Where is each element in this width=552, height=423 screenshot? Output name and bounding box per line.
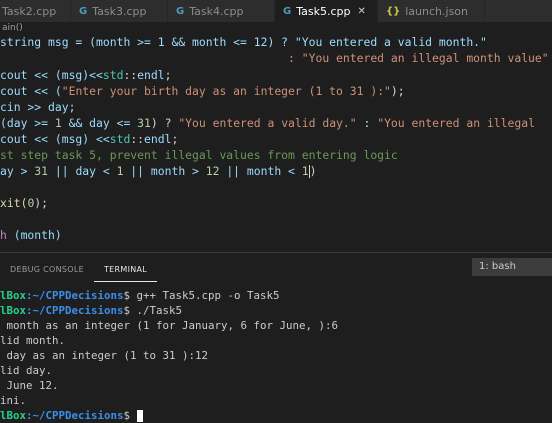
prompt-path: :~/CPPDecisions bbox=[26, 409, 124, 422]
terminal-command: $ bbox=[123, 409, 137, 422]
code-token: 1 bbox=[54, 116, 62, 130]
code-token: endl bbox=[137, 68, 165, 82]
terminal-command: $ g++ Task5.cpp -o Task5 bbox=[123, 289, 280, 302]
code-token: || month < bbox=[219, 164, 302, 178]
code-token: ) bbox=[309, 164, 317, 178]
tab-task5[interactable]: G Task5.cpp ✕ bbox=[275, 0, 378, 22]
code-token: 31 bbox=[137, 116, 151, 130]
code-line-5: cin >> day; bbox=[0, 99, 75, 115]
prompt-path: :~/CPPDecisions bbox=[26, 289, 124, 302]
code-token: "Enter your birth day as an integer (1 t… bbox=[61, 84, 391, 98]
prompt-path: :~/CPPDecisions bbox=[26, 304, 124, 317]
tab-launch-json[interactable]: {} launch.json bbox=[378, 0, 485, 22]
code-token: endl bbox=[144, 132, 172, 146]
code-token: (month) bbox=[6, 228, 62, 242]
code-token: ; bbox=[171, 132, 179, 146]
bottom-panel: DEBUG CONSOLE TERMINAL bbox=[0, 252, 552, 415]
code-comment: st step task 5, prevent illegal values f… bbox=[0, 148, 398, 162]
code-token: cin >> day; bbox=[0, 100, 76, 114]
code-token: std bbox=[109, 132, 131, 146]
terminal-line: lid day. bbox=[0, 364, 53, 377]
code-token: 1 bbox=[301, 164, 309, 178]
code-line-2-text: : "You entered an illegal month value" bbox=[0, 51, 549, 65]
code-token: || month > bbox=[123, 164, 206, 178]
tab-debug-console[interactable]: DEBUG CONSOLE bbox=[0, 259, 94, 281]
code-line-1-text: string msg = (month >= 1 && month <= 12)… bbox=[0, 35, 487, 49]
terminal-line: lBox:~/CPPDecisions$ g++ Task5.cpp -o Ta… bbox=[0, 288, 280, 303]
code-line-4: cout << ("Enter your birth day as an int… bbox=[0, 83, 405, 99]
prompt-host: lBox bbox=[0, 289, 27, 302]
code-token: : bbox=[356, 116, 378, 130]
code-token: && day <= bbox=[61, 116, 138, 130]
tab-terminal[interactable]: TERMINAL bbox=[93, 259, 158, 282]
panel-tabs: DEBUG CONSOLE TERMINAL bbox=[0, 259, 158, 282]
tab-task2[interactable]: Task2.cpp bbox=[0, 0, 71, 22]
tab-task3[interactable]: G Task3.cpp bbox=[71, 0, 168, 22]
code-token: :: bbox=[123, 68, 138, 82]
editor-tab-bar: Task2.cpp G Task3.cpp G Task4.cpp G Task5.c… bbox=[0, 0, 552, 22]
tab-task5-label: Task5.cpp bbox=[296, 4, 351, 18]
code-line-11: h (month) bbox=[0, 227, 62, 243]
code-token: :: bbox=[130, 132, 145, 146]
code-token: ) ? bbox=[150, 116, 179, 130]
terminal-line: lBox:~/CPPDecisions$ bbox=[0, 408, 143, 423]
code-token: ay > bbox=[0, 164, 35, 178]
code-token: || day < bbox=[48, 164, 117, 178]
code-line-8: st step task 5, prevent illegal values f… bbox=[0, 147, 398, 163]
code-token: cout << ( bbox=[0, 84, 62, 98]
code-token: 12 bbox=[205, 164, 220, 178]
code-token: 31 bbox=[34, 164, 49, 178]
terminal-command: $ ./Task5 bbox=[123, 304, 183, 317]
tab-task4[interactable]: G Task4.cpp bbox=[168, 0, 275, 22]
code-line-10: xit(0); bbox=[0, 195, 48, 211]
tab-launch-json-label: launch.json bbox=[405, 4, 468, 18]
close-icon[interactable]: ✕ bbox=[357, 6, 365, 17]
c++-file-icon: G bbox=[176, 5, 185, 17]
code-line-3: cout << (msg)<<std::endl; bbox=[0, 67, 171, 83]
code-line-9: ay > 31 || day < 1 || month > 12 || mont… bbox=[0, 163, 316, 179]
code-line-1: string msg = (month >= 1 && month <= 12)… bbox=[0, 34, 487, 50]
code-token: xit( bbox=[0, 196, 28, 210]
terminal-line: month as an integer (1 for January, 6 fo… bbox=[0, 319, 339, 332]
terminal-line: June 12. bbox=[0, 379, 59, 392]
code-token: h bbox=[0, 228, 7, 242]
code-token: (day >= bbox=[0, 116, 55, 130]
code-token: ); bbox=[34, 196, 49, 210]
code-line-7: cout << (msg) <<std::endl; bbox=[0, 131, 178, 147]
code-token: ); bbox=[390, 84, 405, 98]
tab-task2-label: Task2.cpp bbox=[2, 4, 57, 18]
code-editor[interactable]: string msg = (month >= 1 && month <= 12)… bbox=[0, 30, 552, 250]
code-token: cout << (msg) << bbox=[0, 132, 110, 146]
terminal-line: day as an integer (1 to 31 ):12 bbox=[0, 349, 209, 362]
code-token: "You entered an illegal bbox=[377, 116, 535, 130]
code-line-6: (day >= 1 && day <= 31) ? "You entered a… bbox=[0, 115, 535, 131]
code-token: cout << (msg)<< bbox=[0, 68, 103, 82]
terminal-line: ini. bbox=[0, 394, 27, 407]
terminal-cursor bbox=[136, 410, 143, 422]
terminal-line: lBox:~/CPPDecisions$ ./Task5 bbox=[0, 303, 182, 318]
code-token: "You entered a valid day." bbox=[178, 116, 357, 130]
code-token: ; bbox=[164, 68, 172, 82]
code-line-2: : "You entered an illegal month value" bbox=[0, 50, 549, 66]
terminal-shell-select[interactable]: 1: bash bbox=[472, 258, 552, 276]
terminal-line: lid month. bbox=[0, 334, 66, 347]
prompt-host: lBox bbox=[0, 304, 27, 317]
c++-file-icon: G bbox=[79, 5, 88, 17]
c++-file-icon: G bbox=[283, 5, 292, 17]
tab-task4-label: Task4.cpp bbox=[189, 4, 244, 18]
code-token: std bbox=[102, 68, 124, 82]
json-file-icon: {} bbox=[386, 5, 401, 17]
tab-task3-label: Task3.cpp bbox=[92, 4, 147, 18]
prompt-host: lBox bbox=[0, 409, 27, 422]
